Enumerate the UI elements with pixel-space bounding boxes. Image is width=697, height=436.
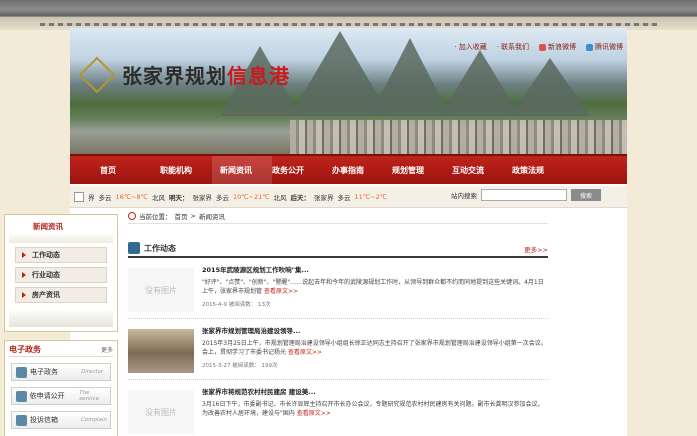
search-input[interactable] [481,189,567,201]
logo-emblem-icon [78,56,116,94]
link-tencent-weibo[interactable]: 腾讯微博 [586,42,623,52]
nav-home[interactable]: 首页 [100,165,160,176]
weather-tomorrow-label: 明天： [168,193,189,202]
site-search: 站内搜索 搜索 [451,189,601,201]
site-logo[interactable]: 张家界规划信息港 [122,60,290,89]
weather-today-condition: 多云 [98,193,112,202]
weibo-icon [539,43,546,51]
nav-news[interactable]: 新闻资讯 [212,156,272,184]
calendar-icon [74,191,84,202]
gov-more-link[interactable]: 更多 [101,345,113,354]
tencent-weibo-icon [586,43,593,51]
city-skyline [290,120,627,154]
main-nav: 首页 职能机构 新闻资讯 政务公开 办事指南 规划管理 互动交流 政策法规 [70,154,627,184]
sidebar-item-work-news[interactable]: 工作动态 [15,247,107,263]
roof-eave-decoration [0,0,697,30]
section-icon [128,242,140,254]
news-item: 没有图片 张家界市将规范农村村民建房 建设美... 3月16日下午，市委副书记、… [128,380,548,436]
news-summary: "好评"、"点赞"、"创新"、"警醒"……说起去年和今年的武陵源规划工作时，从领… [202,279,544,295]
weather-today-city: 界 [88,193,95,202]
weather-today-temp: 16℃~8℃ [115,192,148,201]
weather-tomorrow-city: 张家界 [192,193,212,202]
gov-item-complaint-mailbox[interactable]: 投诉信箱 Complain [11,411,111,429]
gov-item-request-disclosure[interactable]: 依申请公开 The service [11,387,111,405]
sidebar-decoration [9,309,113,327]
news-title[interactable]: 张家界市规划管理局治建设领导... [202,325,548,335]
nav-interaction[interactable]: 互动交流 [452,165,512,176]
news-photo[interactable] [128,329,194,373]
news-category-panel: 新闻资讯 工作动态 行业动态 房产资讯 [4,214,118,332]
no-image-placeholder: 没有图片 [128,390,194,434]
search-label: 站内搜索 [451,192,477,200]
link-sina-weibo[interactable]: 新浪微博 [539,42,576,52]
weather-tomorrow-condition: 多云 [215,193,229,202]
arrow-icon [22,272,26,278]
weather-after-city: 张家界 [314,193,334,202]
document-icon [16,390,27,402]
link-add-favorite[interactable]: · 加入收藏 [455,42,487,52]
news-title[interactable]: 2015年武陵源区规划工作吹响"集... [202,264,548,274]
arrow-icon [22,292,26,298]
weather-tomorrow-temp: 10℃~21℃ [232,192,270,201]
read-more-link[interactable]: 查看原文>> [297,410,331,417]
news-title[interactable]: 张家界市将规范农村村民建房 建设美... [202,386,548,396]
weather-tomorrow-wind: 北风 [273,193,287,202]
location-icon [128,211,136,220]
breadcrumb-home[interactable]: 首页 [175,211,188,221]
nav-guide[interactable]: 办事指南 [332,165,392,176]
news-summary: 2015年3月25日上午，市规划管理局治建设领导小组组长徐正达同志主持召开了张家… [202,340,547,356]
search-button[interactable]: 搜索 [571,189,601,201]
sidebar-item-realestate-news[interactable]: 房产资讯 [15,287,107,303]
section-title: 工作动态 [144,243,176,253]
weather-after-condition: 多云 [337,193,351,202]
e-government-panel: 电子政务 更多 电子政务 Director 依申请公开 The service 投诉… [4,340,118,436]
main-content: 当前位置： 首页 > 新闻资讯 工作动态 更多>> 没有图片 2015年武陵源区… [128,208,548,436]
read-more-link[interactable]: 查看原文>> [264,288,298,295]
top-links: · 加入收藏 · 联系我们 新浪微博 腾讯微博 [455,42,623,52]
link-contact-us[interactable]: · 联系我们 [497,42,529,52]
gov-title: 电子政务 [9,345,41,354]
news-item: 张家界市规划管理局治建设领导... 2015年3月25日上午，市规划管理局治建设… [128,319,548,380]
breadcrumb-current[interactable]: 新闻资讯 [199,211,225,221]
no-image-placeholder: 没有图片 [128,268,194,312]
breadcrumb: 当前位置： 首页 > 新闻资讯 [128,208,548,224]
read-more-link[interactable]: 查看原文>> [288,349,322,356]
nav-planning[interactable]: 规划管理 [392,165,452,176]
news-meta: 2015-4-9 被阅读数： 13次 [202,302,271,308]
more-link[interactable]: 更多>> [524,244,548,254]
header-banner: 张家界规划信息港 · 加入收藏 · 联系我们 新浪微博 腾讯微博 [70,28,627,154]
sidebar-item-industry-news[interactable]: 行业动态 [15,267,107,283]
weather-today-wind: 北风 [151,193,165,202]
mail-icon [16,414,27,426]
section-header: 工作动态 更多>> [128,238,548,258]
sidebar-title: 新闻资讯 [9,219,113,243]
news-meta: 2015-3-27 被阅读数： 199次 [202,363,278,369]
computer-icon [16,366,27,378]
arrow-icon [22,252,26,258]
weather-after-label: 后天： [290,193,311,202]
weather-after-temp: 11℃~2℃ [354,192,387,201]
nav-policy[interactable]: 政策法规 [512,165,572,176]
gov-item-e-affairs[interactable]: 电子政务 Director [11,363,111,381]
nav-departments[interactable]: 职能机构 [160,165,220,176]
news-summary: 3月16日下午，市委副书记、市长许显辉主持召开市长办公会议，专题研究规范农村村民… [202,401,544,417]
left-sidebar: 新闻资讯 工作动态 行业动态 房产资讯 电子政务 更多 电子政务 Director… [4,214,118,436]
nav-gov-affairs[interactable]: 政务公开 [272,165,332,176]
news-item: 没有图片 2015年武陵源区规划工作吹响"集... "好评"、"点赞"、"创新"… [128,258,548,319]
weather-bar: 界 多云 16℃~8℃ 北风 明天： 张家界 多云 10℃~21℃ 北风 后天：… [70,186,627,208]
